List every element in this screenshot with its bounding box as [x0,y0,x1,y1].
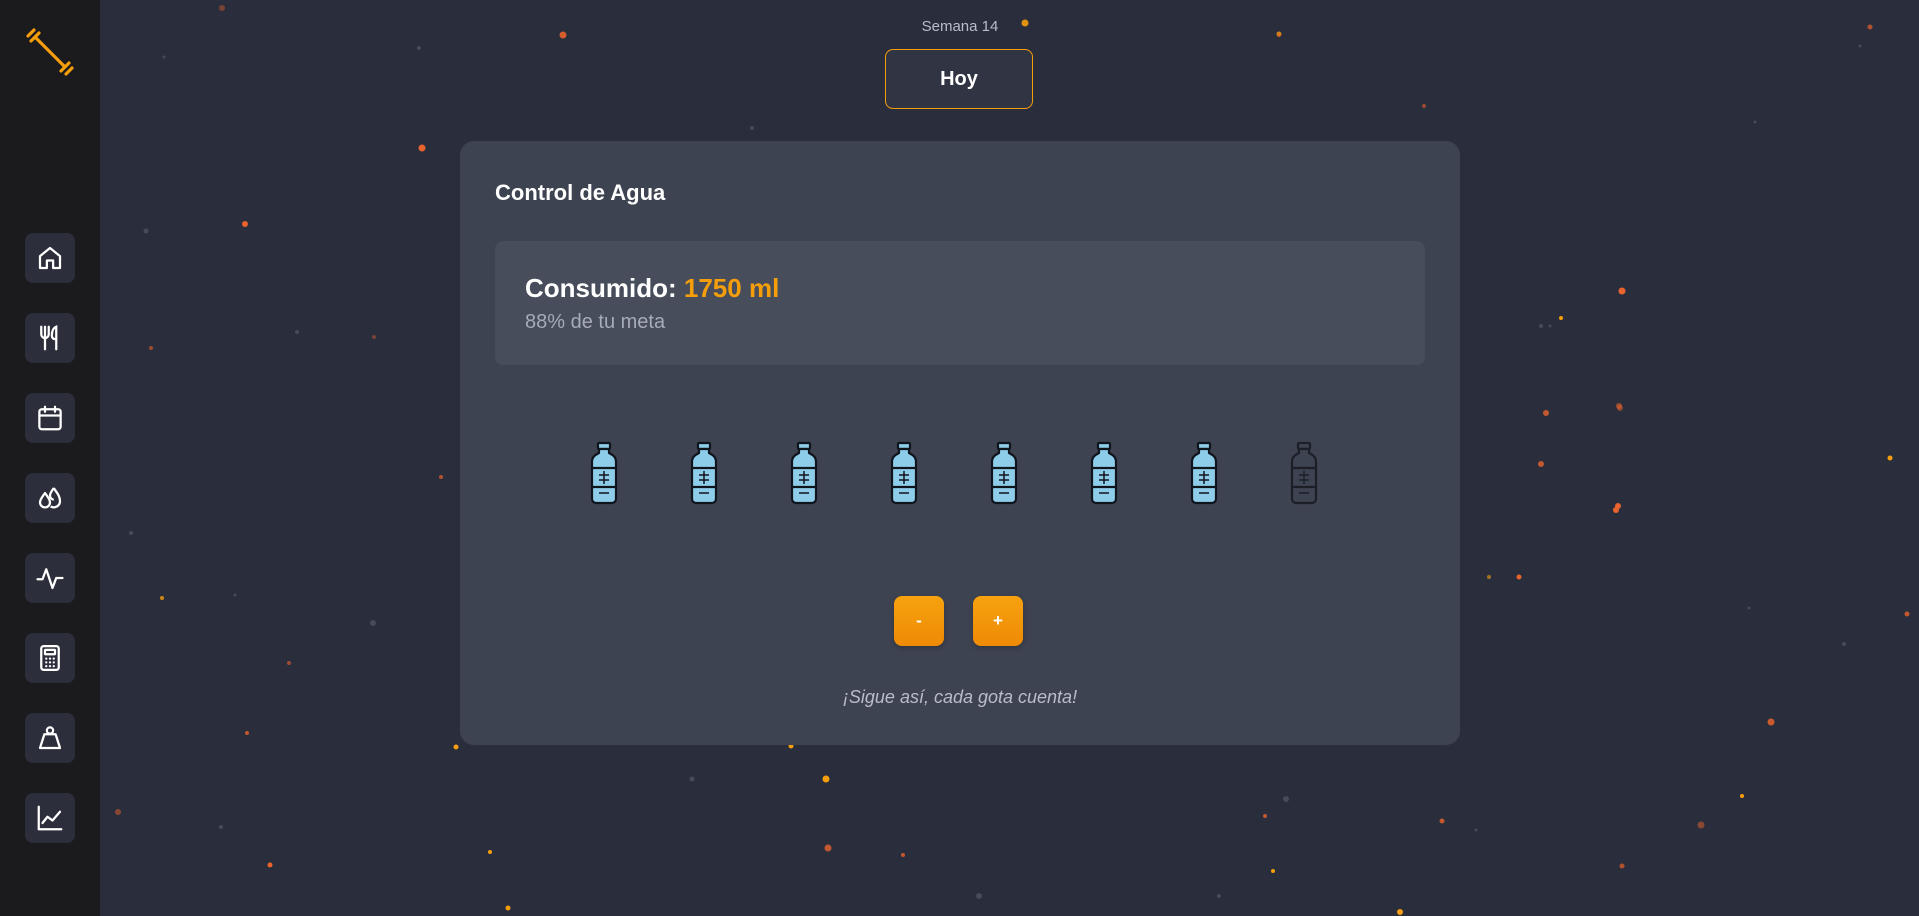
week-label: Semana 14 [921,18,999,35]
water-bottle-filled-icon[interactable] [587,441,621,505]
consumed-summary: Consumido: 1750 ml 88% de tu meta [495,241,1425,365]
sidebar-item-activity[interactable] [25,553,75,603]
sidebar-item-water[interactable] [25,473,75,523]
goal-progress-text: 88% de tu meta [525,311,666,333]
increment-button[interactable]: + [973,596,1023,646]
consumed-value: 1750 ml [683,273,780,303]
sidebar-item-calendar[interactable] [25,393,75,443]
consumed-line: Consumido: 1750 ml [525,273,779,304]
weight-icon [38,726,62,750]
sidebar-item-calculator[interactable] [25,633,75,683]
calculator-icon [40,645,60,671]
water-bottle-filled-icon[interactable] [687,441,721,505]
today-button[interactable]: Hoy [885,49,1033,109]
water-bottle-filled-icon[interactable] [787,441,821,505]
encouragement-text: ¡Sigue así, cada gota cuenta! [842,687,1078,707]
sidebar-item-weight[interactable] [25,713,75,763]
calendar-icon [38,405,62,431]
sidebar-item-meals[interactable] [25,313,75,363]
line-chart-icon [37,805,63,831]
bottle-row [460,441,1460,505]
consumed-label: Consumido: [525,273,677,303]
water-bottle-filled-icon[interactable] [987,441,1021,505]
water-control-card: Control de Agua Consumido: 1750 ml 88% d… [460,141,1460,745]
sidebar-item-home[interactable] [25,233,75,283]
water-bottle-filled-icon[interactable] [1087,441,1121,505]
activity-pulse-icon [36,568,64,590]
dumbbell-icon[interactable] [26,28,74,76]
water-drops-icon [38,487,62,509]
card-title: Control de Agua [495,180,666,205]
water-bottle-filled-icon[interactable] [1187,441,1221,505]
sidebar-item-progress[interactable] [25,793,75,843]
fork-knife-icon [40,325,58,351]
water-bottle-empty-icon[interactable] [1287,441,1321,505]
app-root: Semana 14 Hoy Control de Agua Consumido:… [0,0,1919,916]
home-icon [38,246,62,270]
sidebar [0,0,100,916]
decrement-button[interactable]: - [894,596,944,646]
water-bottle-filled-icon[interactable] [887,441,921,505]
